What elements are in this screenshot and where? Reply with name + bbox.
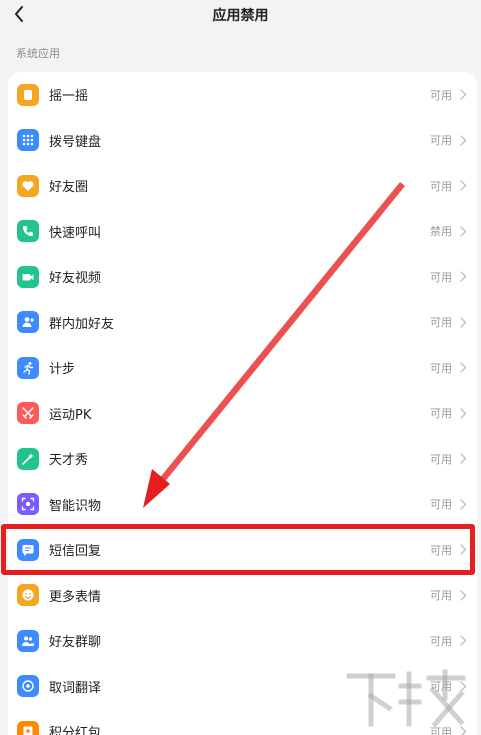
app-status: 可用 <box>430 634 452 648</box>
chevron-right-icon <box>458 498 468 510</box>
group-icon <box>17 629 39 652</box>
app-name: 快速呼叫 <box>49 225 102 241</box>
app-row-5[interactable]: 好友视频 可用 <box>8 254 477 300</box>
chevron-left-icon <box>15 6 23 22</box>
app-status: 可用 <box>430 589 452 603</box>
app-status: 可用 <box>430 361 452 375</box>
message-icon <box>17 538 39 561</box>
scan-icon <box>17 493 39 516</box>
back-button[interactable] <box>8 2 30 26</box>
app-row-14[interactable]: 取词翻译 可用 <box>8 664 477 710</box>
chevron-right-icon <box>458 225 468 237</box>
chevron-right-icon <box>458 544 468 556</box>
phone-icon <box>17 220 39 243</box>
app-name: 好友视频 <box>49 271 102 287</box>
app-status: 可用 <box>430 543 452 557</box>
swords-icon <box>17 402 39 425</box>
app-row-11[interactable]: 短信回复 可用 <box>8 527 477 573</box>
app-name: 好友圈 <box>49 180 89 196</box>
app-name: 计步 <box>49 362 76 378</box>
page-title: 应用禁用 <box>212 8 269 24</box>
chevron-right-icon <box>458 362 468 374</box>
video-icon <box>17 265 39 288</box>
chevron-right-icon <box>458 407 468 419</box>
app-status: 可用 <box>430 680 452 694</box>
red-packet-icon <box>17 720 39 735</box>
magic-wand-icon <box>17 447 39 470</box>
app-row-2[interactable]: 拨号键盘 可用 <box>8 118 477 164</box>
add-friend-icon <box>17 311 39 334</box>
chevron-right-icon <box>458 316 468 328</box>
app-name: 运动PK <box>49 407 92 423</box>
chevron-right-icon <box>458 271 468 283</box>
heart-icon <box>17 174 39 197</box>
app-list: 摇一摇 可用 拨号键盘 可用 好友圈 可用 快速呼叫 禁用 好友视频 可用 群内加好友 可用 计步 可用运… <box>8 72 477 735</box>
chevron-right-icon <box>458 726 468 735</box>
app-name: 更多表情 <box>49 589 102 605</box>
chevron-right-icon <box>458 680 468 692</box>
app-name: 拨号键盘 <box>49 134 102 150</box>
app-status: 可用 <box>430 452 452 466</box>
app-row-1[interactable]: 摇一摇 可用 <box>8 72 477 118</box>
app-status: 可用 <box>430 316 452 330</box>
app-status: 可用 <box>430 179 452 193</box>
app-row-4[interactable]: 快速呼叫 禁用 <box>8 209 477 255</box>
app-row-6[interactable]: 群内加好友 可用 <box>8 300 477 346</box>
app-name: 取词翻译 <box>49 680 102 696</box>
app-status: 可用 <box>430 134 452 148</box>
app-row-3[interactable]: 好友圈 可用 <box>8 163 477 209</box>
chevron-right-icon <box>458 134 468 146</box>
section-label: 系统应用 <box>16 47 60 60</box>
app-status: 可用 <box>430 725 452 735</box>
app-status: 可用 <box>430 270 452 284</box>
app-row-8[interactable]: 运动PK 可用 <box>8 391 477 437</box>
chevron-right-icon <box>458 180 468 192</box>
chevron-right-icon <box>458 589 468 601</box>
app-name: 好友群聊 <box>49 635 102 651</box>
app-row-13[interactable]: 好友群聊 可用 <box>8 618 477 664</box>
dialpad-icon <box>17 129 39 152</box>
translate-icon <box>17 675 39 698</box>
app-name: 积分红包 <box>49 726 102 735</box>
app-row-12[interactable]: 更多表情 可用 <box>8 573 477 619</box>
app-row-7[interactable]: 计步 可用 <box>8 345 477 391</box>
app-status: 可用 <box>430 498 452 512</box>
chevron-right-icon <box>458 89 468 101</box>
smile-icon <box>17 584 39 607</box>
app-name: 智能识物 <box>49 498 102 514</box>
app-status: 可用 <box>430 407 452 421</box>
app-row-9[interactable]: 天才秀 可用 <box>8 436 477 482</box>
app-name: 群内加好友 <box>49 316 115 332</box>
app-name: 天才秀 <box>49 453 89 469</box>
running-icon <box>17 356 39 379</box>
app-row-10[interactable]: 智能识物 可用 <box>8 482 477 528</box>
app-status: 禁用 <box>430 225 452 239</box>
app-name: 短信回复 <box>49 544 102 560</box>
app-name: 摇一摇 <box>49 89 89 105</box>
shake-icon <box>17 83 39 106</box>
app-status: 可用 <box>430 88 452 102</box>
chevron-right-icon <box>458 635 468 647</box>
chevron-right-icon <box>458 453 468 465</box>
app-row-15[interactable]: 积分红包 可用 <box>8 709 477 735</box>
top-bar: 应用禁用 <box>0 0 481 30</box>
